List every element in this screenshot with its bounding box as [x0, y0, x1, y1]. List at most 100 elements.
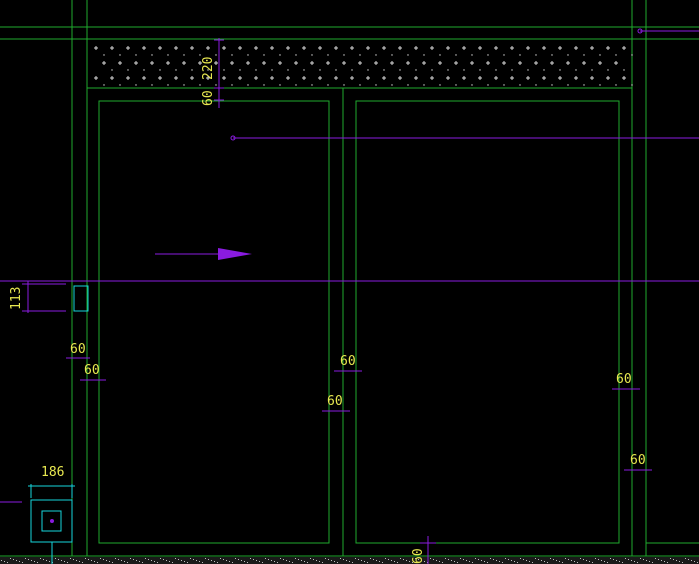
ground-dot — [37, 562, 38, 563]
ground-dot — [619, 561, 620, 562]
dim-left-frame-a: 60 — [70, 342, 86, 357]
ground-dot — [67, 562, 68, 563]
hatch-dot — [311, 84, 313, 86]
ground-dot — [109, 561, 110, 562]
ground-dot — [559, 561, 560, 562]
ground-dot — [193, 559, 194, 560]
ground-dot — [361, 560, 362, 561]
ground-dot — [478, 559, 479, 560]
transom-hatch — [88, 40, 633, 87]
hatch-dot — [343, 54, 345, 56]
ground-dot — [655, 558, 656, 559]
ground-dot — [286, 560, 287, 561]
hatch-dot — [295, 84, 297, 86]
ground-dot — [268, 559, 269, 560]
hatch-dot — [567, 84, 569, 86]
ground-dot — [145, 558, 146, 559]
hatch-dot — [447, 69, 449, 71]
ground-dot — [178, 559, 179, 560]
ground-dot — [295, 558, 296, 559]
ground-dot — [13, 559, 14, 560]
hatch-dot — [503, 54, 505, 56]
hatch-dot — [215, 84, 217, 86]
hatch-dot — [151, 84, 153, 86]
ground-dot — [196, 560, 197, 561]
hatch-dot — [599, 84, 601, 86]
ground-dot — [364, 561, 365, 562]
cad-drawing-canvas[interactable]: 220 60 113 60 60 60 60 60 60 60 186 — [0, 0, 699, 564]
ground-dot — [136, 560, 137, 561]
ground-dot — [34, 561, 35, 562]
ground-dot — [367, 562, 368, 563]
ground-dot — [475, 558, 476, 559]
ground-dot — [121, 560, 122, 561]
ground-dot — [682, 562, 683, 563]
ground-dot — [550, 558, 551, 559]
ground-dot — [157, 562, 158, 563]
ground-dot — [679, 561, 680, 562]
ground-dot — [697, 562, 698, 563]
ground-dot — [592, 562, 593, 563]
ground-dot — [373, 559, 374, 560]
ground-dot — [685, 558, 686, 559]
hatch-dot — [183, 84, 185, 86]
ground-dot — [358, 559, 359, 560]
ground-dot — [76, 560, 77, 561]
dim-center-mullion-a: 60 — [340, 354, 356, 369]
ground-dot — [466, 560, 467, 561]
ground-dot — [280, 558, 281, 559]
hatch-dot — [135, 84, 137, 86]
hatch-dot — [247, 84, 249, 86]
hatch-dot — [167, 54, 169, 56]
ground-dot — [406, 560, 407, 561]
ground-dot — [457, 562, 458, 563]
hatch-dot — [551, 54, 553, 56]
ground-dot — [541, 560, 542, 561]
hatch-dot — [335, 69, 337, 71]
ground-dot — [232, 562, 233, 563]
dim-transom-frame: 60 — [201, 90, 216, 106]
hatch-dot — [503, 84, 505, 86]
ground-dot — [487, 562, 488, 563]
hatch-dot — [239, 69, 241, 71]
ground-dot — [25, 558, 26, 559]
ground-dot — [538, 559, 539, 560]
ground-dot — [331, 560, 332, 561]
ground-dot — [139, 561, 140, 562]
hatch-dot — [455, 54, 457, 56]
dim-side-offset: 113 — [9, 287, 24, 310]
hatch-dot — [487, 54, 489, 56]
hatch-dot — [111, 69, 113, 71]
ground-dot — [454, 561, 455, 562]
hatch-dot — [183, 54, 185, 56]
hatch-dot — [359, 84, 361, 86]
hatch-dot — [351, 69, 353, 71]
hatch-dot — [359, 54, 361, 56]
ground-dot — [616, 560, 617, 561]
hatch-dot — [519, 54, 521, 56]
ground-dot — [553, 559, 554, 560]
ground-dot — [253, 559, 254, 560]
ground-dot — [409, 561, 410, 562]
ground-dot — [472, 562, 473, 563]
ground-dot — [337, 562, 338, 563]
ground-dot — [676, 560, 677, 561]
ground-dot — [694, 561, 695, 562]
ground-dot — [628, 559, 629, 560]
ground-dot — [271, 560, 272, 561]
ground-dot — [259, 561, 260, 562]
hatch-dot — [287, 69, 289, 71]
ground-dot — [214, 561, 215, 562]
ground-dot — [526, 560, 527, 561]
hatch-dot — [295, 54, 297, 56]
hatch-dot — [615, 84, 617, 86]
ground-dot — [661, 560, 662, 561]
ground-dot — [313, 559, 314, 560]
ground-dot — [100, 558, 101, 559]
ground-dot — [283, 559, 284, 560]
ground-dot — [658, 559, 659, 560]
ground-dot — [568, 559, 569, 560]
hatch-dot — [223, 69, 225, 71]
ground-dot — [217, 562, 218, 563]
ground-dot — [604, 561, 605, 562]
